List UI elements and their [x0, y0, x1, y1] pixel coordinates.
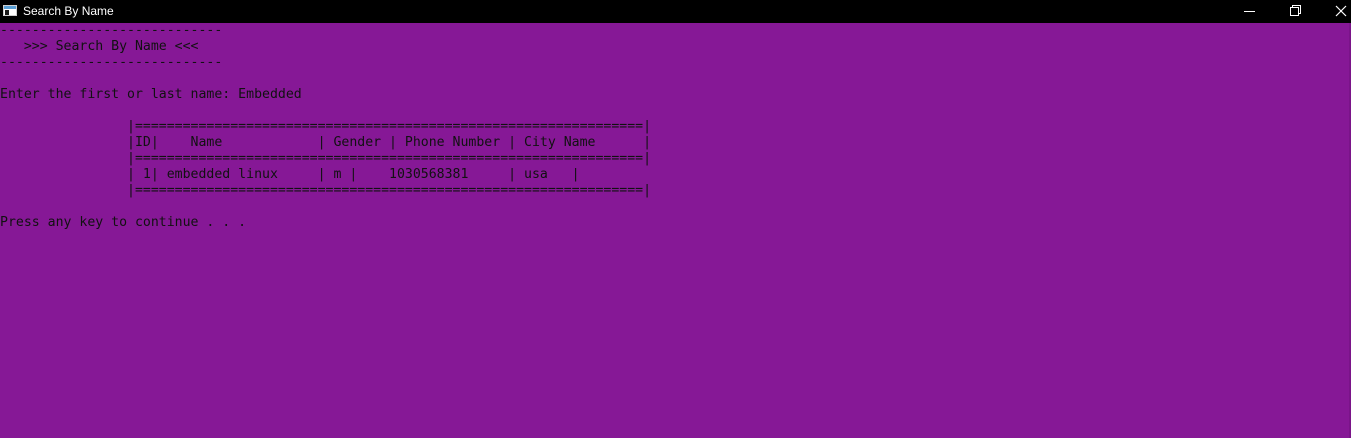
- continue-prompt: Press any key to continue . . .: [0, 215, 247, 230]
- close-button[interactable]: [1319, 0, 1351, 23]
- title-bar[interactable]: Search By Name: [0, 0, 1351, 23]
- screen-heading: >>> Search By Name <<<: [0, 39, 199, 54]
- restore-button[interactable]: [1273, 0, 1319, 23]
- console-window: Search By Name -------------------------…: [0, 0, 1351, 438]
- table-border-top: |=======================================…: [0, 119, 652, 134]
- table-border-bottom: |=======================================…: [0, 183, 652, 198]
- console-output[interactable]: ---------------------------- >>> Search …: [0, 23, 1351, 438]
- table-border-middle: |=======================================…: [0, 151, 652, 166]
- separator-line: ----------------------------: [0, 23, 223, 38]
- table-header-row: |ID| Name | Gender | Phone Number | City…: [0, 135, 652, 150]
- separator-line: ----------------------------: [0, 55, 223, 70]
- minimize-icon: [1244, 11, 1255, 12]
- window-title: Search By Name: [23, 4, 114, 18]
- minimize-button[interactable]: [1227, 0, 1273, 23]
- name-prompt: Enter the first or last name: Embedded: [0, 87, 302, 102]
- console-app-icon[interactable]: [3, 5, 17, 16]
- close-icon: [1335, 5, 1347, 17]
- restore-icon: [1290, 5, 1301, 16]
- table-row: | 1| embedded linux | m | 1030568381 | u…: [0, 167, 580, 182]
